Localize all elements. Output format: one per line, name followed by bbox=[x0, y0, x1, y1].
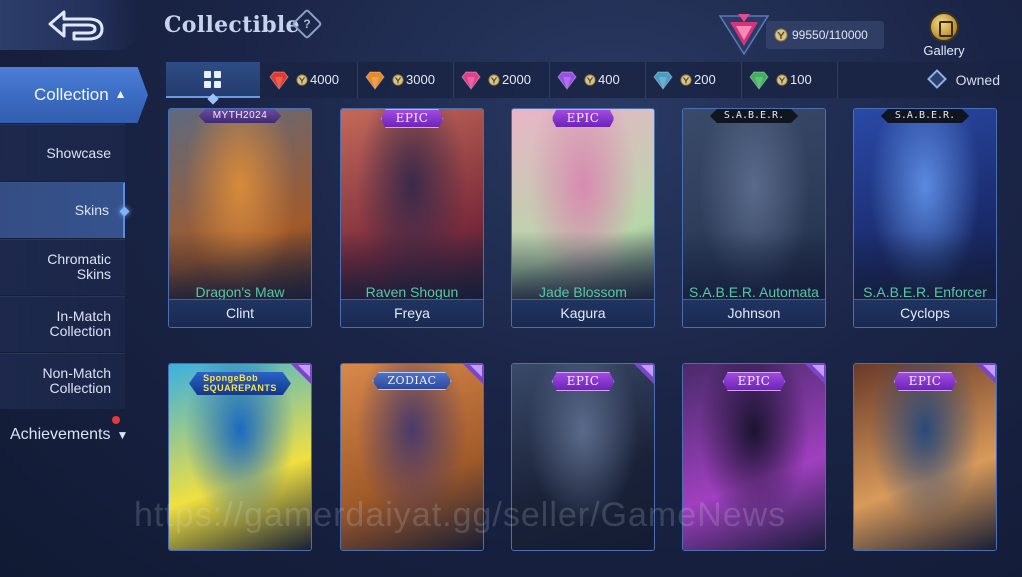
skin-tier-badge: ZODIAC bbox=[372, 372, 452, 390]
skin-art-image bbox=[854, 364, 996, 550]
currency-display: 99550/110000 bbox=[766, 21, 884, 49]
tier-gem-icon bbox=[805, 364, 825, 384]
filter-tier-3[interactable]: 400 bbox=[550, 62, 646, 98]
hero-name: Kagura bbox=[560, 305, 606, 321]
sidebar-item-label: Skins bbox=[74, 202, 109, 218]
owned-label: Owned bbox=[955, 72, 1000, 88]
tier-gem-icon bbox=[634, 364, 654, 384]
coin-icon bbox=[488, 74, 500, 86]
skin-card[interactable]: Raven Shogun Freya EPIC bbox=[340, 108, 484, 328]
tier-gem-icon bbox=[976, 364, 996, 384]
skin-card[interactable]: S.A.B.E.R. Automata Johnson S.A.B.E.R. bbox=[682, 108, 826, 328]
gallery-button[interactable]: Gallery bbox=[918, 12, 970, 60]
tier-price: 100 bbox=[790, 72, 812, 87]
skin-tier-badge: S.A.B.E.R. bbox=[709, 109, 799, 123]
hero-name: Clint bbox=[225, 305, 254, 321]
tier-gem-icon bbox=[291, 364, 311, 384]
chevron-up-icon: ▲ bbox=[114, 87, 127, 101]
notification-dot bbox=[112, 416, 120, 424]
filter-tier-0[interactable]: 4000 bbox=[262, 62, 358, 98]
filter-tier-2[interactable]: 2000 bbox=[454, 62, 550, 98]
selected-indicator-icon bbox=[207, 93, 219, 105]
chevron-down-icon: ▼ bbox=[116, 428, 129, 442]
coin-icon bbox=[680, 74, 692, 86]
sidebar-item-chromatic-skins[interactable]: Chromatic Skins bbox=[0, 239, 125, 295]
skin-tier-badge: SpongeBob SQUAREPANTS bbox=[189, 372, 291, 395]
skin-card[interactable]: S.A.B.E.R. Enforcer Cyclops S.A.B.E.R. bbox=[853, 108, 997, 328]
hero-name: Johnson bbox=[727, 305, 781, 321]
filter-tier-1[interactable]: 3000 bbox=[358, 62, 454, 98]
skin-tier-badge: EPIC bbox=[551, 109, 615, 128]
coin-icon bbox=[584, 74, 596, 86]
filter-all-tab[interactable] bbox=[166, 62, 260, 105]
sidebar-item-label: Non-Match Collection bbox=[42, 365, 111, 396]
back-button[interactable] bbox=[0, 0, 140, 50]
tier-gem-icon bbox=[269, 71, 289, 90]
sidebar: Collection ▲ Showcase Skins Chromatic Ski… bbox=[0, 62, 150, 577]
coin-icon bbox=[296, 74, 308, 86]
hero-name: Freya bbox=[394, 305, 430, 321]
skin-tier-badge: EPIC bbox=[722, 372, 786, 391]
skin-name: Jade Blossom bbox=[539, 284, 627, 300]
tier-gem-icon bbox=[557, 71, 577, 90]
owned-filter-toggle[interactable]: Owned bbox=[926, 62, 1000, 98]
tier-gem-icon bbox=[365, 71, 385, 90]
tier-gem-icon bbox=[749, 71, 769, 90]
skin-tier-badge: S.A.B.E.R. bbox=[880, 109, 970, 123]
rank-emblem-icon bbox=[718, 14, 770, 56]
coin-icon bbox=[774, 28, 788, 42]
sidebar-item-non-match-collection[interactable]: Non-Match Collection bbox=[0, 353, 125, 409]
skin-tier-badge: EPIC bbox=[893, 372, 957, 391]
skin-name: Raven Shogun bbox=[365, 284, 459, 300]
coin-icon bbox=[392, 74, 404, 86]
sidebar-collection-label: Collection bbox=[34, 85, 109, 104]
tier-gem-icon bbox=[461, 71, 481, 90]
tier-price: 3000 bbox=[406, 72, 435, 87]
sidebar-item-label: In-Match Collection bbox=[49, 308, 111, 339]
skin-name: S.A.B.E.R. Enforcer bbox=[863, 284, 987, 300]
sidebar-item-in-match-collection[interactable]: In-Match Collection bbox=[0, 296, 125, 352]
tier-gem-icon bbox=[463, 364, 483, 384]
sidebar-item-collection[interactable]: Collection ▲ bbox=[0, 67, 148, 123]
skin-card[interactable]: Dragon's Maw Clint MYTH2024 bbox=[168, 108, 312, 328]
hero-name: Cyclops bbox=[900, 305, 950, 321]
gallery-icon bbox=[929, 12, 959, 42]
filter-bar: 4000 3000 2000 400 200 100 Owned bbox=[166, 62, 1022, 105]
skin-name: Dragon's Maw bbox=[195, 284, 285, 300]
sidebar-item-skins[interactable]: Skins bbox=[0, 182, 130, 238]
filter-tier-4[interactable]: 200 bbox=[646, 62, 742, 98]
skin-tier-badge: EPIC bbox=[380, 109, 444, 128]
skin-card[interactable]: Jade Blossom Kagura EPIC bbox=[511, 108, 655, 328]
skin-tier-badge: EPIC bbox=[551, 372, 615, 391]
back-arrow-icon bbox=[48, 10, 104, 41]
tier-price: 4000 bbox=[310, 72, 339, 87]
achievements-label: Achievements bbox=[10, 426, 111, 443]
tier-price: 2000 bbox=[502, 72, 531, 87]
currency-value: 99550/110000 bbox=[792, 28, 868, 42]
sidebar-item-showcase[interactable]: Showcase bbox=[0, 124, 125, 181]
sidebar-item-label: Chromatic Skins bbox=[47, 251, 111, 282]
skin-card[interactable]: EPIC bbox=[853, 363, 997, 551]
tier-gem-icon bbox=[653, 71, 673, 90]
active-indicator-icon bbox=[119, 206, 130, 216]
skin-name: S.A.B.E.R. Automata bbox=[689, 284, 819, 300]
owned-checkbox-icon bbox=[926, 69, 947, 89]
help-glyph: ? bbox=[303, 17, 311, 31]
watermark: https://gamerdaiyat.gg/seller/GameNews bbox=[134, 496, 787, 534]
sidebar-item-label: Showcase bbox=[46, 145, 111, 161]
grid-icon bbox=[204, 71, 222, 89]
page-title: Collectible bbox=[164, 12, 300, 38]
tier-price: 400 bbox=[598, 72, 620, 87]
skin-tier-badge: MYTH2024 bbox=[198, 109, 282, 123]
tier-price: 200 bbox=[694, 72, 716, 87]
filter-tier-5[interactable]: 100 bbox=[742, 62, 838, 98]
sidebar-item-achievements[interactable]: Achievements ▼ bbox=[10, 426, 128, 444]
gallery-label: Gallery bbox=[923, 43, 965, 58]
coin-icon bbox=[776, 74, 788, 86]
